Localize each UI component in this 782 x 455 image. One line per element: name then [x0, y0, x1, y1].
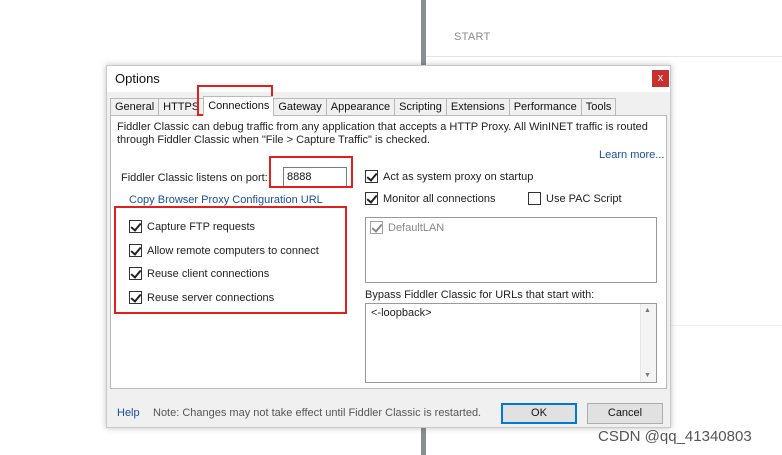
- background-rule: [426, 56, 782, 57]
- tab-extensions[interactable]: Extensions: [445, 98, 509, 116]
- bypass-label: Bypass Fiddler Classic for URLs that sta…: [365, 289, 595, 301]
- port-input[interactable]: [283, 167, 347, 187]
- option-monitor-all[interactable]: Monitor all connections: [365, 192, 496, 205]
- checkbox-allow-remote[interactable]: [129, 244, 142, 257]
- option-allow-remote[interactable]: Allow remote computers to connect: [129, 244, 319, 257]
- option-use-pac[interactable]: Use PAC Script: [528, 192, 622, 205]
- port-label: Fiddler Classic listens on port:: [121, 172, 268, 184]
- lan-item-defaultlan[interactable]: DefaultLAN: [370, 221, 444, 234]
- option-label: Reuse client connections: [147, 267, 270, 280]
- tab-scripting[interactable]: Scripting: [394, 98, 446, 116]
- help-link[interactable]: Help: [117, 407, 140, 419]
- background-start-label: START: [454, 31, 491, 43]
- option-capture-ftp[interactable]: Capture FTP requests: [129, 220, 255, 233]
- tab-strip: General HTTPS Connections Gateway Appear…: [110, 96, 617, 116]
- restart-note: Note: Changes may not take effect until …: [153, 407, 482, 419]
- checkbox-use-pac[interactable]: [528, 192, 541, 205]
- bypass-textarea[interactable]: <-loopback> ▲ ▼: [365, 303, 657, 383]
- copy-proxy-url-link[interactable]: Copy Browser Proxy Configuration URL: [129, 194, 323, 206]
- checkbox-reuse-server[interactable]: [129, 291, 142, 304]
- description-text: Fiddler Classic can debug traffic from a…: [117, 121, 648, 146]
- scroll-down-icon[interactable]: ▼: [644, 372, 651, 379]
- option-label: Use PAC Script: [546, 192, 622, 205]
- lan-item-label: DefaultLAN: [388, 221, 445, 234]
- checkbox-monitor-all[interactable]: [365, 192, 378, 205]
- tab-connections[interactable]: Connections: [203, 96, 274, 116]
- checkbox-defaultlan[interactable]: [370, 221, 383, 234]
- cancel-button[interactable]: Cancel: [587, 403, 663, 424]
- checkbox-reuse-client[interactable]: [129, 267, 142, 280]
- dialog-title: Options: [115, 71, 160, 86]
- option-label: Act as system proxy on startup: [383, 170, 534, 183]
- tab-tools[interactable]: Tools: [580, 98, 617, 116]
- connections-panel: Fiddler Classic can debug traffic from a…: [110, 115, 667, 389]
- tab-performance[interactable]: Performance: [508, 98, 581, 116]
- learn-more-link[interactable]: Learn more...: [599, 149, 664, 161]
- lan-list[interactable]: DefaultLAN: [365, 217, 657, 283]
- checkbox-capture-ftp[interactable]: [129, 220, 142, 233]
- title-bar[interactable]: Options x: [107, 66, 670, 92]
- options-dialog: Options x General HTTPS Connections Gate…: [106, 65, 671, 428]
- option-label: Reuse server connections: [147, 291, 275, 304]
- option-label: Allow remote computers to connect: [147, 244, 319, 257]
- option-reuse-server[interactable]: Reuse server connections: [129, 291, 274, 304]
- option-label: Capture FTP requests: [147, 220, 256, 233]
- option-act-as-proxy[interactable]: Act as system proxy on startup: [365, 170, 533, 183]
- tab-general[interactable]: General: [110, 98, 159, 116]
- checkbox-act-as-proxy[interactable]: [365, 170, 378, 183]
- scroll-up-icon[interactable]: ▲: [644, 307, 651, 314]
- ok-button[interactable]: OK: [501, 403, 577, 424]
- option-label: Monitor all connections: [383, 192, 496, 205]
- bypass-value: <-loopback>: [371, 307, 432, 319]
- close-button[interactable]: x: [652, 70, 669, 87]
- bypass-scrollbar[interactable]: ▲ ▼: [640, 304, 656, 382]
- watermark: CSDN @qq_41340803: [598, 428, 752, 445]
- tab-appearance[interactable]: Appearance: [325, 98, 395, 116]
- option-reuse-client[interactable]: Reuse client connections: [129, 267, 269, 280]
- tab-gateway[interactable]: Gateway: [273, 98, 326, 116]
- tab-https[interactable]: HTTPS: [158, 98, 204, 116]
